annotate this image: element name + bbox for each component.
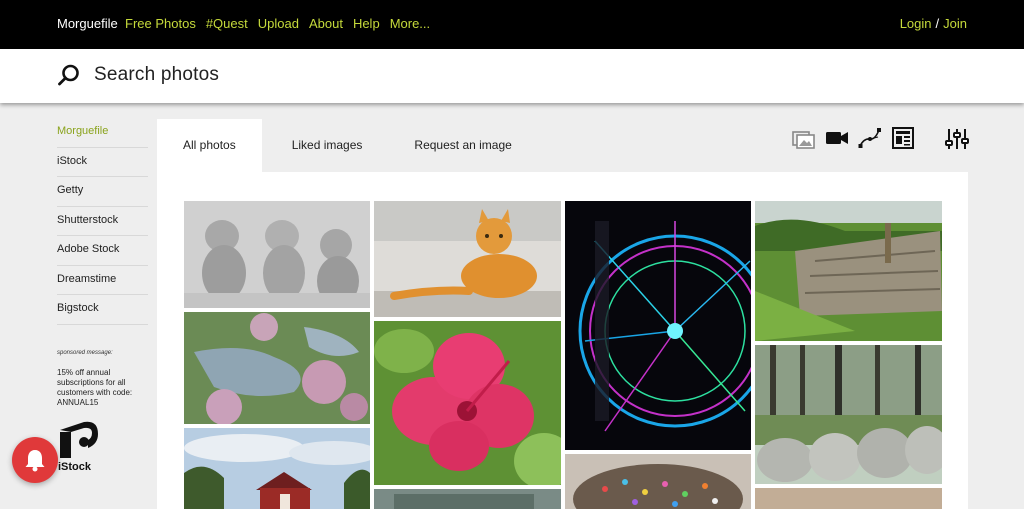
brand-link[interactable]: Morguefile bbox=[57, 16, 118, 31]
auth-links: Login / Join bbox=[900, 16, 967, 31]
join-link[interactable]: Join bbox=[943, 16, 967, 31]
tab-liked-images[interactable]: Liked images bbox=[262, 119, 389, 172]
sidebar-item-bigstock[interactable]: Bigstock bbox=[57, 295, 148, 325]
istock-logo[interactable] bbox=[58, 418, 102, 462]
login-link[interactable]: Login bbox=[900, 16, 932, 31]
monkey-statues-photo[interactable] bbox=[184, 201, 370, 308]
hibiscus-photo[interactable] bbox=[374, 321, 561, 485]
istock-brand-label[interactable]: iStock bbox=[58, 461, 91, 473]
ferris-wheel-photo[interactable] bbox=[565, 201, 751, 450]
editorial-icon[interactable] bbox=[892, 127, 914, 149]
bell-icon bbox=[25, 450, 45, 472]
nav-about[interactable]: About bbox=[309, 16, 343, 31]
stone-wall-photo[interactable] bbox=[755, 201, 942, 341]
nav-help[interactable]: Help bbox=[353, 16, 380, 31]
notification-button[interactable] bbox=[12, 437, 58, 483]
search-icon[interactable] bbox=[57, 63, 81, 87]
sponsor-label: sponsored message: bbox=[57, 349, 113, 356]
filter-sliders-icon[interactable] bbox=[945, 127, 969, 151]
main-nav: Free Photos #Quest Upload About Help Mor… bbox=[125, 16, 430, 31]
top-navbar: Morguefile Free Photos #Quest Upload Abo… bbox=[0, 0, 1024, 49]
orange-cat-photo[interactable] bbox=[374, 201, 561, 317]
sprinkles-photo[interactable] bbox=[565, 454, 751, 509]
nav-quest[interactable]: #Quest bbox=[206, 16, 248, 31]
image-filter-icon[interactable] bbox=[792, 128, 816, 150]
nav-upload[interactable]: Upload bbox=[258, 16, 299, 31]
tab-all-photos[interactable]: All photos bbox=[157, 119, 262, 172]
sidebar: Morguefile iStock Getty Shutterstock Ado… bbox=[57, 118, 148, 408]
gallery-tabs: All photos Liked images Request an image bbox=[157, 119, 538, 172]
video-icon[interactable] bbox=[826, 130, 848, 146]
partial-photo-bottom-right[interactable] bbox=[755, 488, 942, 509]
sponsor-message[interactable]: 15% off annual subscriptions for all cus… bbox=[57, 368, 145, 408]
red-barn-photo[interactable] bbox=[184, 428, 370, 509]
sidebar-item-getty[interactable]: Getty bbox=[57, 177, 148, 207]
partial-photo-bottom[interactable] bbox=[374, 489, 561, 509]
search-bar[interactable]: Search photos bbox=[0, 49, 1024, 103]
sidebar-item-istock[interactable]: iStock bbox=[57, 148, 148, 177]
nav-free-photos[interactable]: Free Photos bbox=[125, 16, 196, 31]
tab-request-image[interactable]: Request an image bbox=[388, 119, 537, 172]
pond-flowers-photo[interactable] bbox=[184, 312, 370, 424]
auth-separator: / bbox=[935, 16, 940, 31]
sidebar-item-shutterstock[interactable]: Shutterstock bbox=[57, 207, 148, 236]
vector-icon[interactable] bbox=[858, 126, 882, 150]
sidebar-item-morguefile[interactable]: Morguefile bbox=[57, 118, 148, 148]
sidebar-item-adobe-stock[interactable]: Adobe Stock bbox=[57, 236, 148, 266]
sidebar-item-dreamstime[interactable]: Dreamstime bbox=[57, 266, 148, 295]
forest-rocks-photo[interactable] bbox=[755, 345, 942, 484]
search-input[interactable]: Search photos bbox=[94, 64, 219, 86]
nav-more[interactable]: More... bbox=[390, 16, 430, 31]
